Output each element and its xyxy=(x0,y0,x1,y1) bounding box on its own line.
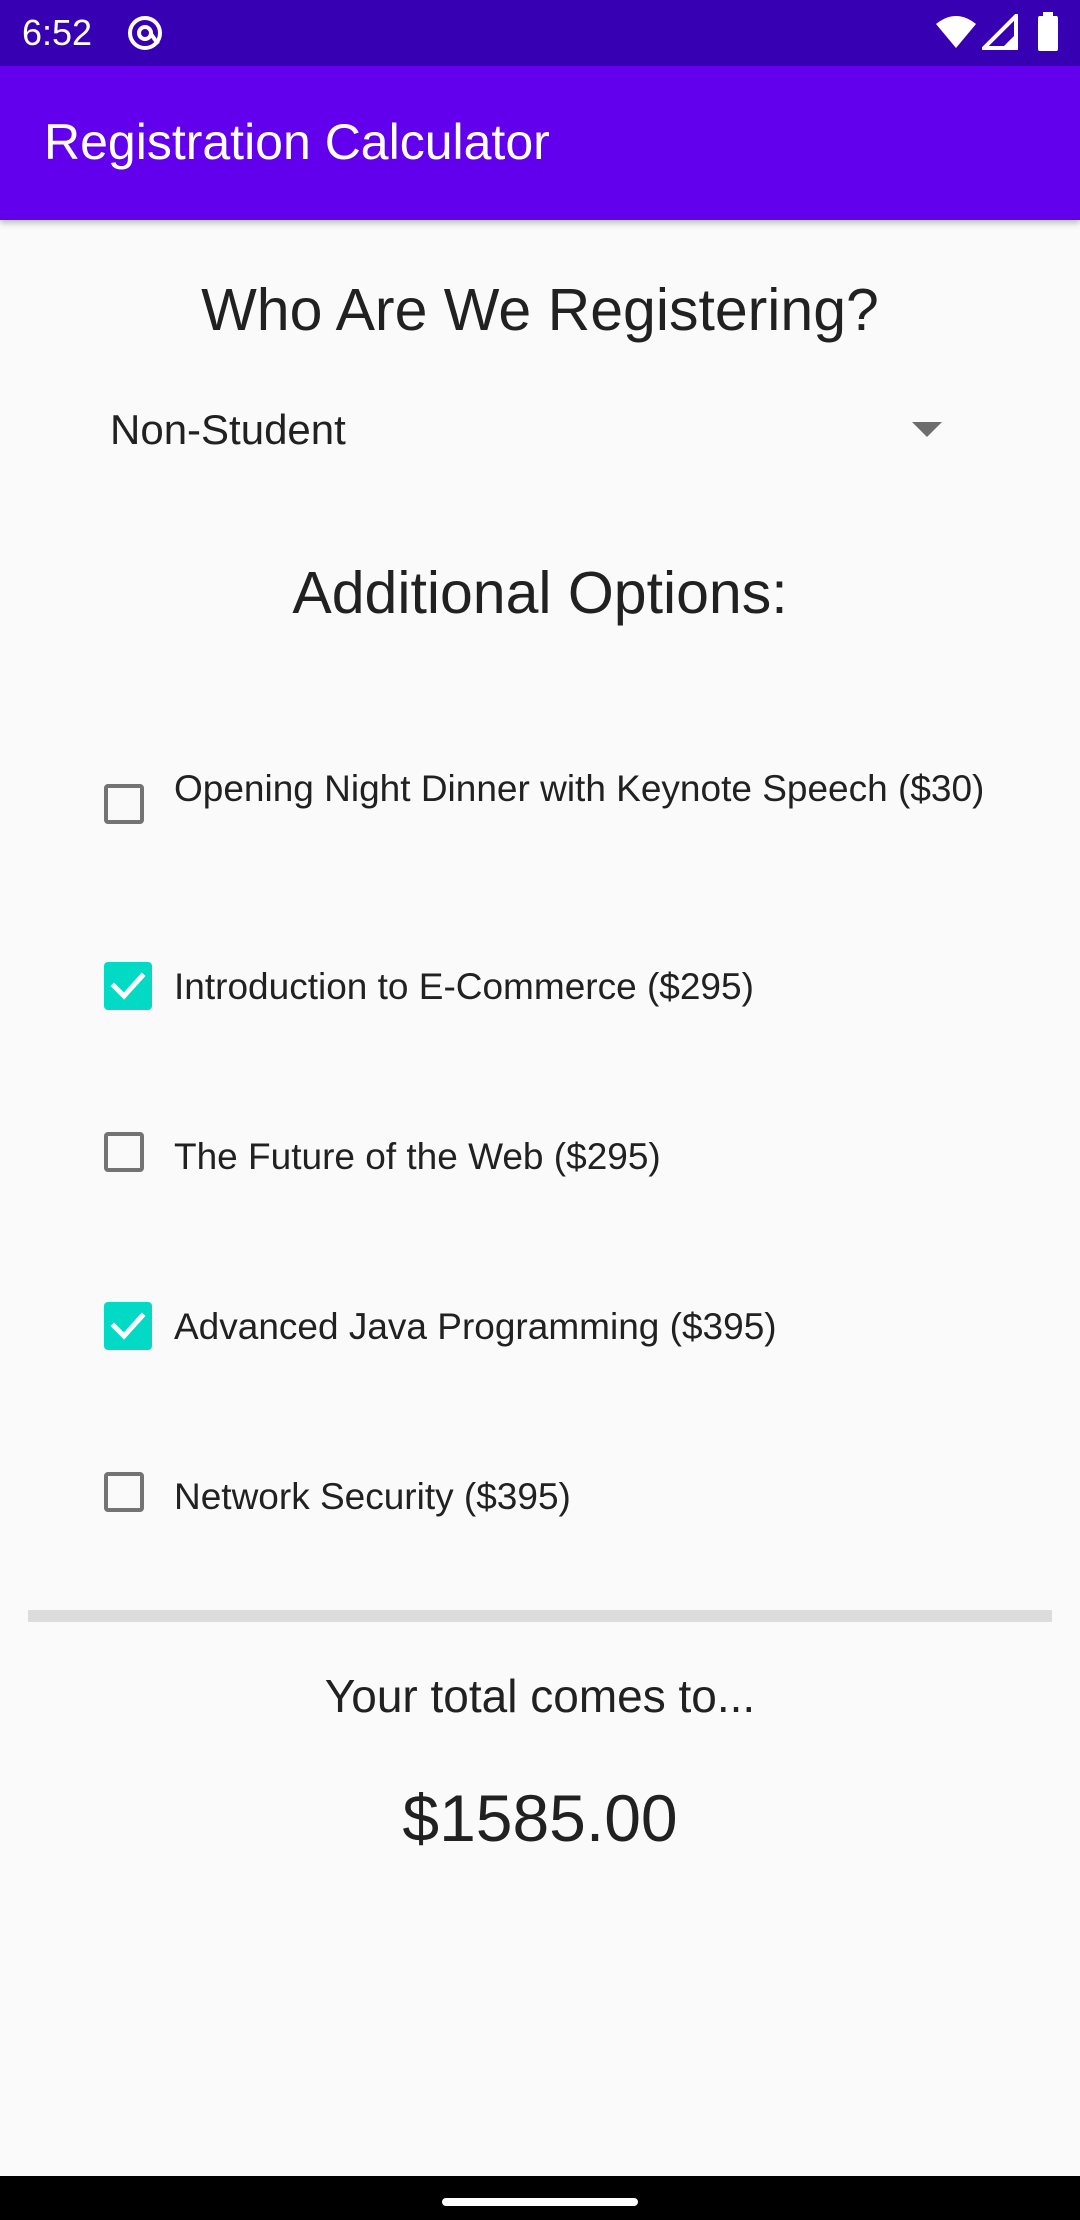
signal-icon xyxy=(979,11,1020,50)
total-value: $1585.00 xyxy=(402,1781,678,1855)
registrant-type-value: Non-Student xyxy=(110,406,346,453)
home-gesture-handle[interactable] xyxy=(442,2198,638,2206)
checkbox-unchecked[interactable] xyxy=(104,1132,144,1172)
checkbox-checked[interactable] xyxy=(104,962,152,1010)
app-bar: Registration Calculator xyxy=(0,66,1080,220)
options-heading: Additional Options: xyxy=(292,560,788,626)
dropdown-arrow-icon xyxy=(912,422,942,437)
divider xyxy=(28,1610,1052,1622)
checkbox-checked[interactable] xyxy=(104,1302,152,1350)
checkbox-unchecked[interactable] xyxy=(104,784,144,824)
status-time: 6:52 xyxy=(22,12,93,53)
wifi-icon xyxy=(934,14,978,50)
who-heading: Who Are We Registering? xyxy=(201,277,879,343)
checkmark-icon xyxy=(110,972,146,1000)
battery-icon xyxy=(1036,12,1060,52)
checkmark-icon xyxy=(110,1312,146,1340)
option-label: Opening Night Dinner with Keynote Speech… xyxy=(174,768,985,809)
status-bar: 6:52 xyxy=(0,0,1080,66)
total-label: Your total comes to... xyxy=(324,1670,756,1722)
option-label: Introduction to E-Commerce ($295) xyxy=(174,966,754,1007)
navigation-bar xyxy=(0,2176,1080,2220)
option-label: Advanced Java Programming ($395) xyxy=(174,1306,777,1347)
option-label: The Future of the Web ($295) xyxy=(174,1136,661,1177)
app-title: Registration Calculator xyxy=(44,114,550,170)
registrant-type-spinner[interactable]: Non-Student xyxy=(86,390,966,470)
screen: 6:52 Registration Calculator Who Are We … xyxy=(0,0,1080,2220)
option-label: Network Security ($395) xyxy=(174,1476,571,1517)
at-sign-icon xyxy=(126,14,164,52)
checkbox-unchecked[interactable] xyxy=(104,1472,144,1512)
